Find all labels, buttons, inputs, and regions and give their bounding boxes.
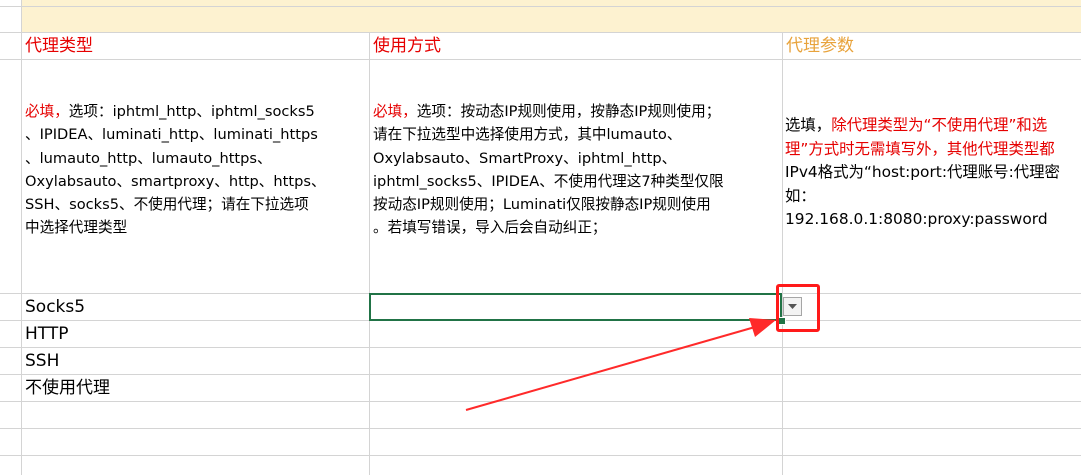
required-label: 必填， xyxy=(373,103,417,120)
description-red-text: 理”方式时无需填写外，其他代理类型都 xyxy=(785,139,1055,158)
description-text: 选项：iphtml_http、iphtml_socks5 、IPIDEA、lum… xyxy=(25,103,326,237)
description-text: 选项：按动态IP规则使用，按静态IP规则使用； 请在下拉选型中选择使用方式，其中… xyxy=(373,103,724,237)
annotation-highlight-box xyxy=(776,284,820,332)
grid-line xyxy=(21,0,22,475)
grid-line xyxy=(0,6,1081,7)
list-item[interactable]: HTTP xyxy=(25,321,365,347)
grid-line xyxy=(0,455,1081,456)
header-usage-mode[interactable]: 使用方式 xyxy=(373,35,778,57)
grid-line xyxy=(782,32,783,475)
description-usage-mode[interactable]: 必填，选项：按动态IP规则使用，按静态IP规则使用； 请在下拉选型中选择使用方式… xyxy=(373,100,779,290)
header-proxy-type[interactable]: 代理类型 xyxy=(25,35,365,57)
grid-line xyxy=(369,32,370,475)
grid-line xyxy=(0,32,1081,33)
description-proxy-params[interactable]: 选填，除代理类型为“不使用代理”和选 理”方式时无需填写外，其他代理类型都 IP… xyxy=(785,114,1081,292)
list-item[interactable]: Socks5 xyxy=(25,294,365,320)
grid-line xyxy=(0,59,1081,60)
required-label: 必填， xyxy=(25,103,69,120)
header-proxy-params[interactable]: 代理参数 xyxy=(786,35,1081,57)
optional-label: 选填， xyxy=(785,116,832,134)
list-item[interactable]: SSH xyxy=(25,348,365,374)
description-text: IPv4格式为“host:port:代理账号:代理密 xyxy=(785,163,1060,181)
description-example: 192.168.0.1:8080:proxy:password xyxy=(785,210,1048,228)
description-text: 如： xyxy=(785,186,816,205)
description-red-text: 除代理类型为“不使用代理”和选 xyxy=(831,116,1048,134)
list-item[interactable]: 不使用代理 xyxy=(25,375,365,401)
header-band xyxy=(22,0,1081,32)
grid-line xyxy=(0,401,1081,402)
selected-cell[interactable] xyxy=(369,293,782,321)
grid-line xyxy=(0,428,1081,429)
spreadsheet-grid: 代理类型 使用方式 代理参数 必填，选项：iphtml_http、iphtml_… xyxy=(0,0,1081,475)
description-proxy-type[interactable]: 必填，选项：iphtml_http、iphtml_socks5 、IPIDEA、… xyxy=(25,100,367,290)
